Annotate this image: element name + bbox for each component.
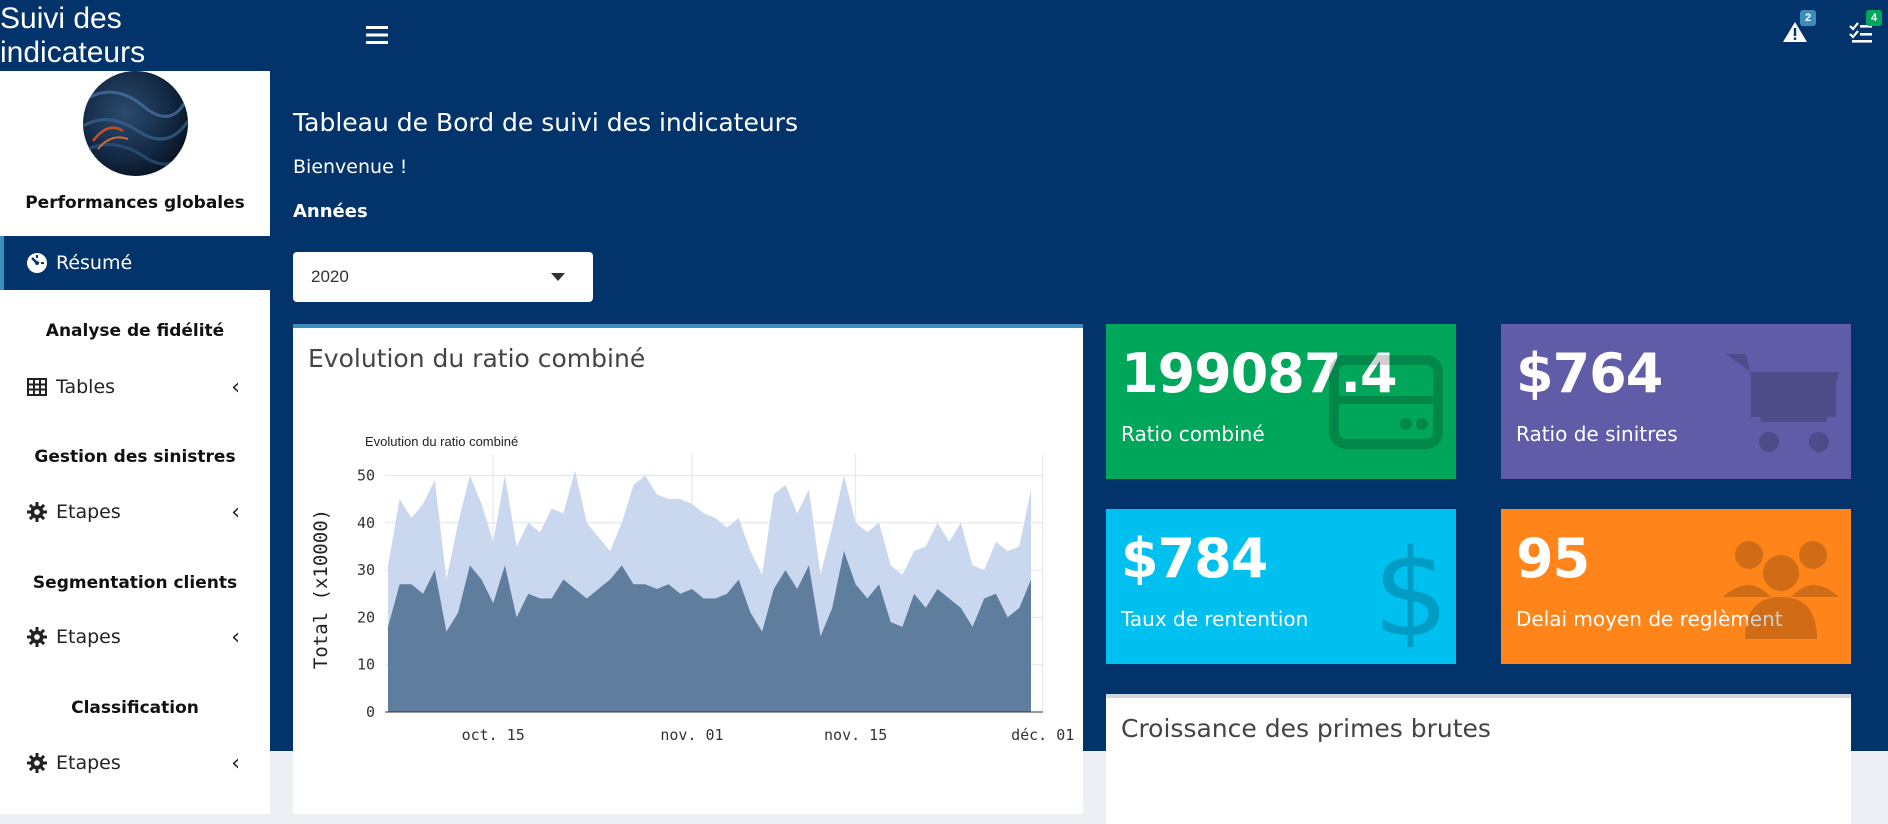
y-axis-label: Total (x10000) [310,509,332,669]
top-navbar: Suivi des indicateurs 2 4 [0,0,1888,71]
y-tick-label: 30 [357,561,375,579]
chevron-left-icon: ‹ [231,750,240,776]
sidebar-item-resume[interactable]: Résumé [0,236,270,290]
gear-icon [26,626,48,648]
x-tick-label: nov. 15 [824,726,887,744]
sidebar-item-tables[interactable]: Tables ‹ [0,360,270,414]
hamburger-icon [366,26,388,44]
sidebar-item-label: Résumé [56,252,133,274]
y-tick-label: 50 [357,466,375,484]
chevron-left-icon: ‹ [231,499,240,525]
x-tick-label: oct. 15 [462,726,525,744]
ratio-chart-box: Evolution du ratio combiné Evolution du … [293,324,1083,814]
y-tick-label: 20 [357,608,375,626]
dashboard-icon [26,252,48,274]
welcome-text: Bienvenue ! [293,156,408,178]
sidebar-header-classification: Classification [71,698,199,718]
tasks-badge: 4 [1866,10,1882,26]
sidebar-item-etapes-classification[interactable]: Etapes ‹ [0,736,270,790]
x-tick-label: déc. 01 [1011,726,1074,744]
alerts-dropdown[interactable]: 2 [1782,10,1816,50]
gear-icon [26,752,48,774]
sidebar-header-segmentation: Segmentation clients [32,573,238,593]
svg-text:$: $ [1373,527,1449,647]
chevron-left-icon: ‹ [231,374,240,400]
sidebar-header-sinistres: Gestion des sinistres [34,447,236,467]
value-box-value: $784 [1121,527,1268,590]
value-box-ratio-combine: 199087.4 Ratio combiné [1106,324,1456,479]
value-box-value: $764 [1516,342,1663,405]
chevron-left-icon: ‹ [231,624,240,650]
page-title: Tableau de Bord de suivi des indicateurs [293,108,798,137]
sidebar: Performances globales Résumé Analyse de … [0,71,270,814]
sidebar-item-label: Etapes [56,626,121,648]
value-box-label: Ratio de sinitres [1516,422,1678,446]
year-label: Années [293,201,368,222]
caret-down-icon [551,273,565,281]
y-tick-label: 0 [366,703,375,721]
value-box-label: Taux de rentention [1121,607,1309,631]
value-box-taux-retention: $784 Taux de rentention $ [1106,509,1456,664]
value-box-ratio-sinistres: $764 Ratio de sinitres [1501,324,1851,479]
chart-title: Evolution du ratio combiné [365,434,518,449]
value-box-delai-reglement: 95 Delai moyen de reglèment [1501,509,1851,664]
value-box-value: 95 [1516,527,1590,590]
shopping-cart-icon [1726,354,1839,452]
users-icon [1723,541,1839,639]
tasks-dropdown[interactable]: 4 [1848,10,1882,50]
alerts-badge: 2 [1800,10,1816,26]
menu-toggle-button[interactable] [360,18,394,52]
sidebar-item-etapes-segmentation[interactable]: Etapes ‹ [0,610,270,664]
y-tick-label: 40 [357,514,375,532]
avatar [83,71,188,176]
value-box-label: Ratio combiné [1121,422,1265,446]
app-title[interactable]: Suivi des indicateurs [0,0,270,71]
ratio-area-chart[interactable]: Evolution du ratio combiné 0 10 20 30 40 50 oct… [293,398,1083,778]
dollar-icon: $ [1373,527,1449,647]
sidebar-item-label: Tables [56,376,116,398]
primes-brutes-box: Croissance des primes brutes [1106,694,1851,824]
sidebar-item-label: Etapes [56,752,121,774]
chart-box-title: Evolution du ratio combiné [308,344,646,373]
sidebar-header-performances: Performances globales [25,193,245,213]
table-icon [26,376,48,398]
year-select-value: 2020 [311,267,349,286]
year-select[interactable]: 2020 [293,252,593,302]
sidebar-item-label: Etapes [56,501,121,523]
x-tick-label: nov. 01 [660,726,723,744]
sidebar-header-fidelite: Analyse de fidélité [45,321,225,341]
y-tick-label: 10 [357,656,375,674]
primes-box-title: Croissance des primes brutes [1121,714,1491,743]
gear-icon [26,501,48,523]
sidebar-item-etapes-sinistres[interactable]: Etapes ‹ [0,485,270,539]
credit-card-icon [1329,355,1443,449]
